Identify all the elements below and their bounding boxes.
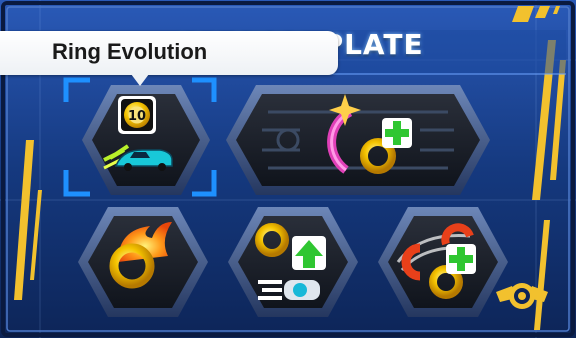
green-plus-icon [382, 118, 412, 148]
speed-boost-icon [258, 280, 320, 300]
slot-add-ring[interactable] [226, 85, 490, 195]
tooltip-tail [131, 74, 149, 86]
ring-level-badge-icon [118, 96, 156, 134]
master-plate-screen: MASTER PLATE Ring Evolution 10 [0, 0, 576, 338]
tooltip-text: Ring Evolution [52, 39, 208, 64]
green-plus-icon [446, 244, 476, 274]
green-arrow-up-icon [292, 236, 326, 270]
